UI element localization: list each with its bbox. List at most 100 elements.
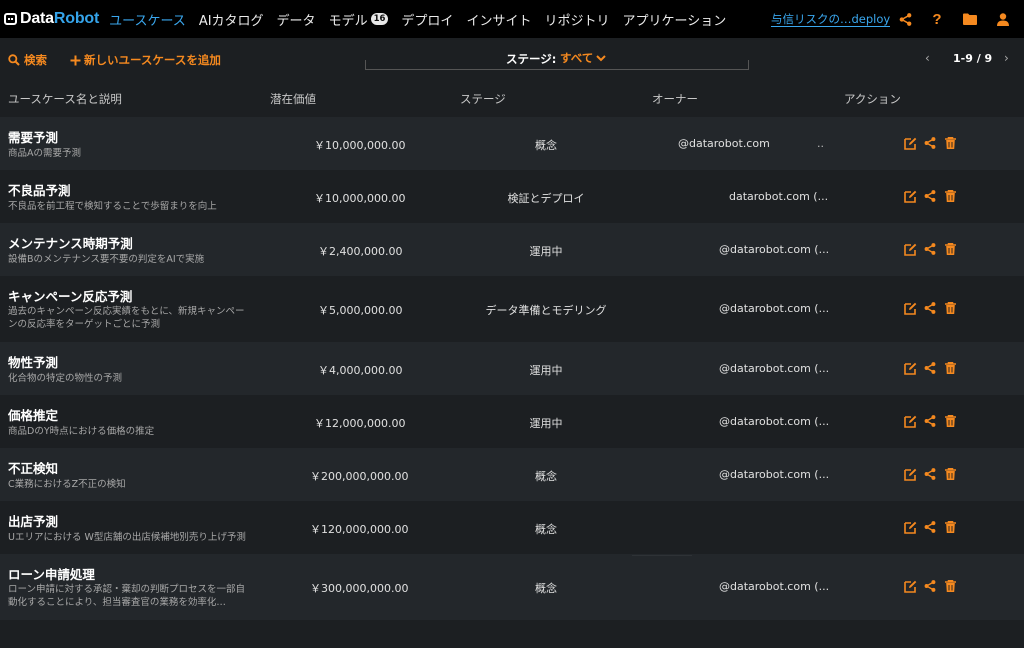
owner: @datarobot.com (... (719, 415, 830, 428)
table-row[interactable]: ローン申請処理 ローン申請に対する承認・棄却の判断プロセスを一部自動化することに… (0, 554, 1024, 620)
header-value[interactable]: 潜在価値 (270, 91, 316, 107)
edit-icon[interactable] (903, 467, 917, 481)
edit-icon[interactable] (903, 520, 917, 534)
nav-item-applications[interactable]: アプリケーション (622, 10, 726, 29)
main-nav: ユースケース AIカタログ データ モデル 16 デプロイ インサイト リポジトリ… (109, 0, 739, 38)
nav-label: インサイト (466, 13, 532, 29)
share-icon[interactable] (923, 520, 937, 534)
row-actions (903, 579, 963, 593)
share-icon[interactable] (923, 361, 937, 375)
share-icon[interactable] (897, 11, 913, 27)
trash-icon[interactable] (943, 579, 957, 593)
edit-icon[interactable] (903, 361, 917, 375)
use-case-name[interactable]: 需要予測 (8, 127, 58, 146)
use-case-name[interactable]: 不良品予測 (8, 180, 71, 199)
stage: 概念 (535, 523, 557, 536)
share-icon[interactable] (923, 301, 937, 315)
logo-text-data: Data (20, 10, 54, 27)
share-icon[interactable] (923, 467, 937, 481)
share-icon[interactable] (923, 414, 937, 428)
header-stage[interactable]: ステージ (460, 91, 506, 107)
edit-icon[interactable] (903, 242, 917, 256)
owner: @datarobot.com (678, 137, 770, 150)
use-case-description: 不良品を前工程で検知することで歩留まりを向上 (8, 201, 217, 212)
pagination-next-button[interactable]: › (1004, 51, 1009, 65)
help-icon[interactable]: ? (929, 11, 945, 28)
table-row[interactable]: 需要予測 商品Aの需要予測 ￥10,000,000.00 概念 @datarob… (0, 117, 1024, 170)
use-case-description: Uエリアにおける W型店舗の出店候補地別売り上げ予測 (8, 532, 246, 543)
trash-icon[interactable] (943, 467, 957, 481)
pagination-range: 1-9 / 9 (953, 52, 993, 65)
user-account-icon[interactable] (995, 11, 1011, 27)
search-button[interactable]: 検索 (8, 52, 47, 68)
use-case-name[interactable]: ローン申請処理 (8, 564, 95, 583)
share-icon[interactable] (923, 242, 937, 256)
nav-label: リポジトリ (544, 13, 610, 29)
use-case-description: 過去のキャンペーン反応実績をもとに、新規キャンペーンの反応率をターゲットごとに予… (8, 306, 245, 330)
table-row[interactable]: メンテナンス時期予測 設備Bのメンテナンス要不要の判定をAIで実施 ￥2,400… (0, 223, 1024, 276)
share-icon[interactable] (923, 136, 937, 150)
edit-icon[interactable] (903, 301, 917, 315)
use-case-description: 化合物の特定の物性の予測 (8, 373, 123, 384)
nav-item-use-cases[interactable]: ユースケース (109, 10, 186, 29)
nav-label: データ (276, 13, 316, 29)
nav-item-models[interactable]: モデル 16 (329, 10, 389, 29)
edit-icon[interactable] (903, 189, 917, 203)
row-actions (903, 136, 963, 150)
row-actions (903, 189, 963, 203)
nav-item-repository[interactable]: リポジトリ (544, 10, 609, 29)
share-icon[interactable] (923, 189, 937, 203)
table-row[interactable]: 価格推定 商品DのY時点における価格の推定 ￥12,000,000.00 運用中… (0, 395, 1024, 448)
trash-icon[interactable] (943, 242, 957, 256)
row-actions (903, 467, 963, 481)
stage: 運用中 (529, 417, 563, 430)
folder-icon[interactable] (962, 11, 978, 27)
edit-icon[interactable] (903, 579, 917, 593)
table-row[interactable]: 出店予測 Uエリアにおける W型店舗の出店候補地別売り上げ予測 ￥120,000… (0, 501, 1024, 554)
use-case-name[interactable]: 価格推定 (8, 405, 58, 424)
potential-value: ￥12,000,000.00 (314, 417, 406, 430)
header-name[interactable]: ユースケース名と説明 (8, 91, 122, 107)
nav-item-deployments[interactable]: デプロイ (401, 10, 453, 29)
nav-item-insights[interactable]: インサイト (466, 10, 531, 29)
row-actions (903, 414, 963, 428)
owner: @datarobot.com (... (719, 580, 830, 593)
row-actions (903, 520, 963, 534)
add-use-case-button[interactable]: 新しいユースケースを追加 (70, 52, 221, 68)
trash-icon[interactable] (943, 301, 957, 315)
use-case-description: 設備Bのメンテナンス要不要の判定をAIで実施 (8, 254, 205, 265)
stage-filter-dropdown[interactable]: すべて (560, 50, 606, 66)
use-case-name[interactable]: 不正検知 (8, 458, 58, 477)
pagination-prev-button[interactable]: ‹ (925, 51, 930, 65)
edit-icon[interactable] (903, 136, 917, 150)
stage: 運用中 (529, 245, 563, 258)
share-icon[interactable] (923, 579, 937, 593)
use-case-name[interactable]: 物性予測 (8, 352, 58, 371)
edit-icon[interactable] (903, 414, 917, 428)
models-count-badge: 16 (370, 13, 389, 25)
nav-label: ユースケース (109, 13, 186, 29)
trash-icon[interactable] (943, 414, 957, 428)
trash-icon[interactable] (943, 361, 957, 375)
nav-item-ai-catalog[interactable]: AIカタログ (199, 10, 264, 29)
trash-icon[interactable] (943, 520, 957, 534)
nav-item-data[interactable]: データ (277, 10, 316, 29)
toolbar: 検索 新しいユースケースを追加 ステージ: すべて ‹ 1-9 / 9 › (0, 38, 1024, 80)
table-header: ユースケース名と説明 潜在価値 ステージ オーナー アクション (0, 80, 1024, 117)
trash-icon[interactable] (943, 136, 957, 150)
use-case-name[interactable]: キャンペーン反応予測 (8, 286, 132, 305)
header-owner[interactable]: オーナー (652, 91, 698, 107)
table-row[interactable]: 物性予測 化合物の特定の物性の予測 ￥4,000,000.00 運用中 @dat… (0, 342, 1024, 395)
table-row[interactable]: 不良品予測 不良品を前工程で検知することで歩留まりを向上 ￥10,000,000… (0, 170, 1024, 223)
use-case-name[interactable]: 出店予測 (8, 511, 58, 530)
stage: 概念 (535, 582, 557, 595)
current-deployment-link[interactable]: 与信リスクの…deploy (771, 12, 891, 27)
table-row[interactable]: キャンペーン反応予測 過去のキャンペーン反応実績をもとに、新規キャンペーンの反応… (0, 276, 1024, 342)
row-actions (903, 361, 963, 375)
nav-label: アプリケーション (622, 13, 727, 29)
use-case-name[interactable]: メンテナンス時期予測 (8, 233, 133, 252)
trash-icon[interactable] (943, 189, 957, 203)
table-row[interactable]: 不正検知 C業務におけるZ不正の検知 ￥200,000,000.00 概念 @d… (0, 448, 1024, 501)
add-use-case-label: 新しいユースケースを追加 (84, 53, 221, 67)
datarobot-logo[interactable]: Data Robot (4, 0, 99, 38)
